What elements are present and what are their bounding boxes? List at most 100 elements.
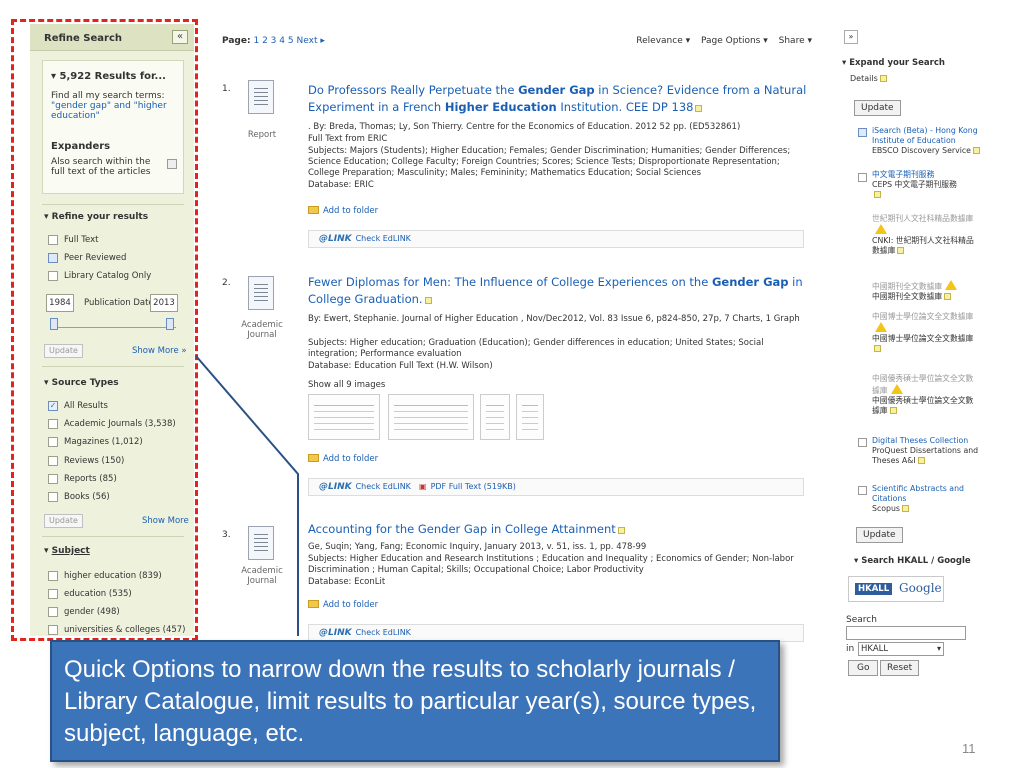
academic-journal-icon[interactable] bbox=[248, 526, 274, 560]
database-option[interactable]: 中國優秀碩士學位論文全文數據庫 中國優秀碩士學位論文全文數據庫 bbox=[872, 374, 980, 416]
database-sub: 中國博士學位論文全文數據庫 bbox=[872, 334, 980, 354]
highlight-dashed-frame bbox=[11, 19, 198, 641]
note-icon bbox=[889, 407, 897, 414]
database-sub-label: EBSCO Discovery Service bbox=[872, 146, 971, 155]
add-to-folder-link[interactable]: Add to folder bbox=[308, 454, 378, 464]
record-subjects: Subjects: Higher education; Graduation (… bbox=[308, 338, 764, 359]
database-option[interactable]: iSearch (Beta) - Hong Kong Institute of … bbox=[872, 126, 980, 156]
title-part: Accounting for the Gender Gap in College… bbox=[308, 522, 616, 536]
database-sub-label: Scopus bbox=[872, 504, 900, 513]
database-sub: ProQuest Dissertations and Theses A&I bbox=[872, 446, 980, 466]
page-options-dropdown[interactable]: Page Options ▾ bbox=[701, 36, 768, 46]
chevron-down-icon: ▾ bbox=[936, 644, 941, 653]
check-edlink-link[interactable]: @LINK Check EdLINK bbox=[319, 482, 411, 492]
check-edlink-label: Check EdLINK bbox=[355, 482, 411, 491]
ceps-checkbox[interactable] bbox=[858, 173, 867, 182]
check-edlink-link[interactable]: @LINK Check EdLINK bbox=[319, 234, 411, 244]
image-thumbnail[interactable] bbox=[308, 394, 380, 440]
folder-icon bbox=[308, 206, 319, 214]
edlink-logo-icon: @LINK bbox=[319, 628, 352, 638]
digital-theses-checkbox[interactable] bbox=[858, 438, 867, 447]
database-name: iSearch (Beta) - Hong Kong Institute of … bbox=[872, 126, 978, 145]
results-list: Page: 1 2 3 4 5 Next ▸ Relevance ▾ Page … bbox=[222, 24, 812, 664]
add-to-folder-link[interactable]: Add to folder bbox=[308, 206, 378, 216]
check-edlink-label: Check EdLINK bbox=[355, 234, 411, 243]
record-type-label: Academic Journal bbox=[241, 320, 283, 340]
image-thumbnail[interactable] bbox=[480, 394, 510, 440]
share-dropdown[interactable]: Share ▾ bbox=[779, 36, 812, 46]
record-title-link[interactable]: Do Professors Really Perpetuate the Gend… bbox=[308, 82, 808, 116]
results-toolbar: Relevance ▾ Page Options ▾ Share ▾ bbox=[628, 36, 812, 46]
reset-button[interactable]: Reset bbox=[880, 660, 920, 676]
database-sub-label: 中國優秀碩士學位論文全文數據庫 bbox=[872, 396, 974, 415]
record-title-link[interactable]: Fewer Diplomas for Men: The Influence of… bbox=[308, 274, 808, 308]
database-option[interactable]: Digital Theses Collection ProQuest Disse… bbox=[872, 436, 980, 466]
slide-number: 11 bbox=[962, 741, 976, 756]
expand-update-button[interactable]: Update bbox=[854, 100, 901, 116]
database-option[interactable]: 中國期刊全文數據庫 中國期刊全文數據庫 bbox=[872, 280, 980, 302]
go-button[interactable]: Go bbox=[848, 660, 879, 676]
preview-icon[interactable] bbox=[617, 527, 625, 534]
sort-relevance-dropdown[interactable]: Relevance ▾ bbox=[636, 36, 690, 46]
page-link[interactable]: 3 bbox=[271, 36, 277, 46]
database-grey-text: 中國優秀碩士學位論文全文數據庫 bbox=[872, 374, 974, 395]
warning-icon bbox=[945, 280, 958, 290]
edlink-logo-icon: @LINK bbox=[319, 234, 352, 244]
warning-icon bbox=[890, 384, 903, 394]
title-part: Higher Education bbox=[444, 100, 557, 114]
record-type-label: Report bbox=[247, 130, 277, 140]
database-sub-label: 中國博士學位論文全文數據庫 bbox=[872, 334, 974, 343]
image-thumbnail[interactable] bbox=[516, 394, 544, 440]
expand-sidebar-button[interactable]: » bbox=[844, 30, 858, 44]
database-sub-label: CNKI: 世紀期刊人文社科精品數據庫 bbox=[872, 236, 974, 255]
next-page-link[interactable]: Next ▸ bbox=[297, 36, 325, 46]
pdf-full-text-link[interactable]: ▣ PDF Full Text (519KB) bbox=[419, 482, 516, 491]
folder-icon bbox=[308, 454, 319, 462]
database-option[interactable]: 中文電子期刊服務 CEPS 中文電子期刊服務 bbox=[872, 170, 980, 200]
database-grey-text: 中國期刊全文數據庫 bbox=[872, 282, 943, 291]
academic-journal-icon[interactable] bbox=[248, 276, 274, 310]
page-link[interactable]: 5 bbox=[288, 36, 294, 46]
full-text-link[interactable]: Full Text from ERIC bbox=[308, 134, 808, 145]
record-type-label: Academic Journal bbox=[241, 566, 283, 586]
search-scope-select[interactable]: HKALL ▾ bbox=[858, 642, 944, 656]
record-byline: By: Ewert, Stephanie. Journal of Higher … bbox=[308, 314, 800, 324]
preview-icon[interactable] bbox=[695, 105, 703, 112]
add-to-folder-link[interactable]: Add to folder bbox=[308, 600, 378, 610]
image-thumbnail[interactable] bbox=[388, 394, 474, 440]
database-option[interactable]: 中國博士學位論文全文數據庫 中國博士學位論文全文數據庫 bbox=[872, 312, 980, 354]
title-part: Gender Gap bbox=[711, 275, 789, 289]
record-number: 2. bbox=[222, 278, 231, 288]
details-label: Details bbox=[850, 74, 878, 83]
note-icon bbox=[874, 345, 881, 352]
database-name: 中文電子期刊服務 bbox=[872, 170, 935, 179]
isearch-checkbox[interactable] bbox=[858, 128, 867, 137]
callout-text: Quick Options to narrow down the results… bbox=[64, 656, 757, 747]
database-grey-text: 世紀期刊人文社科精品數據庫 bbox=[872, 214, 974, 223]
search-hkall-google-heading[interactable]: ▾ Search HKALL / Google bbox=[854, 556, 971, 566]
in-label: in bbox=[846, 644, 855, 654]
page-link[interactable]: 4 bbox=[279, 36, 285, 46]
record-number: 1. bbox=[222, 84, 231, 94]
report-icon[interactable] bbox=[248, 80, 274, 114]
record-database: Database: EconLit bbox=[308, 577, 386, 587]
check-edlink-link[interactable]: @LINK Check EdLINK bbox=[319, 628, 411, 638]
record-title-link[interactable]: Accounting for the Gender Gap in College… bbox=[308, 521, 808, 538]
search-label: Search bbox=[846, 615, 877, 625]
warning-icon bbox=[875, 322, 887, 332]
preview-icon[interactable] bbox=[424, 297, 432, 304]
scopus-checkbox[interactable] bbox=[858, 486, 867, 495]
annotation-callout: Quick Options to narrow down the results… bbox=[50, 640, 780, 762]
hkall-search-input[interactable] bbox=[846, 626, 966, 640]
expand-search-heading[interactable]: ▾ Expand your Search bbox=[842, 58, 945, 68]
database-option[interactable]: 世紀期刊人文社科精品數據庫 CNKI: 世紀期刊人文社科精品數據庫 bbox=[872, 214, 980, 256]
page-link[interactable]: 2 bbox=[262, 36, 268, 46]
page-link[interactable]: 1 bbox=[253, 36, 259, 46]
details-link[interactable]: Details bbox=[850, 74, 887, 84]
title-part: Institution. CEE DP 138 bbox=[556, 100, 694, 114]
record-subjects: Subjects: Higher Education and Research … bbox=[308, 554, 794, 575]
database-option[interactable]: Scientific Abstracts and Citations Scopu… bbox=[872, 484, 980, 514]
show-images-link[interactable]: Show all 9 images bbox=[308, 380, 808, 391]
pdf-full-text-label: PDF Full Text (519KB) bbox=[430, 482, 516, 491]
expand-update-button-2[interactable]: Update bbox=[856, 527, 903, 543]
